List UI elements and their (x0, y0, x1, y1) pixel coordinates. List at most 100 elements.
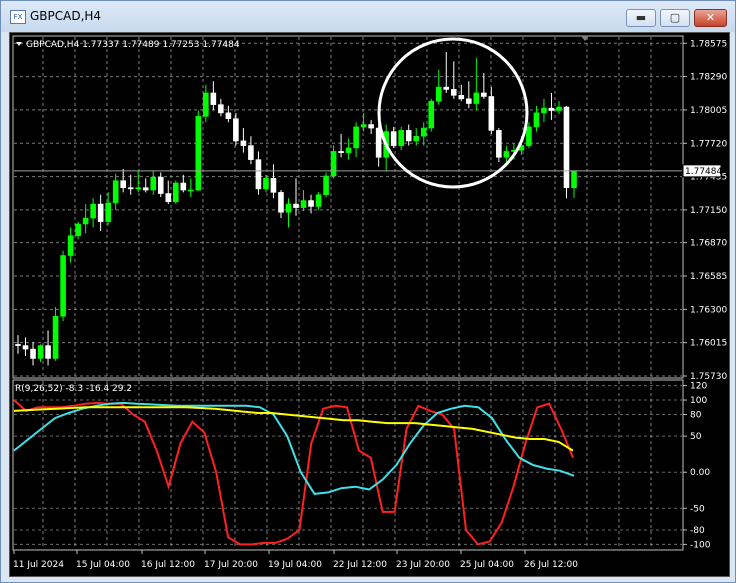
indicator-label: -50 (690, 504, 705, 514)
candle-body (405, 130, 412, 142)
chart-area[interactable]: 1.78575 1.78290 1.78005 1.77720 1.77435 1.771… (9, 32, 730, 577)
candlestick-series (15, 52, 577, 366)
chart-window-icon: FX (10, 10, 26, 24)
indicator-line-yellow (13, 406, 574, 452)
candle-body (466, 98, 472, 104)
candle-body (210, 92, 217, 105)
candle-body (240, 140, 247, 146)
candle-body (533, 112, 540, 128)
indicator-line-cyan (13, 401, 575, 495)
price-label: 1.77720 (690, 139, 727, 149)
candle-body (323, 175, 329, 196)
candle-body (172, 182, 179, 203)
candle-body (435, 86, 442, 102)
candle-body (390, 131, 397, 146)
candle-body (360, 124, 367, 128)
candle-body (90, 203, 96, 219)
chart-menu-arrow-icon[interactable] (16, 42, 22, 46)
indicator-label: 0.00 (690, 468, 710, 478)
candle-body (22, 345, 29, 350)
candle-body (338, 151, 344, 153)
candle-body (345, 147, 352, 153)
indicator-label: -100 (690, 540, 711, 550)
price-label: 1.78575 (690, 39, 727, 49)
candle-body (308, 200, 314, 207)
chart-shift-marker-icon[interactable] (581, 36, 589, 41)
minimize-button[interactable]: ▬ (626, 9, 656, 27)
candle-body (420, 127, 427, 137)
candle-body (541, 107, 547, 114)
candle-body (15, 344, 21, 346)
candle-body (270, 178, 277, 193)
candle-body (473, 92, 480, 104)
candle-body (112, 180, 119, 204)
candle-body (330, 151, 337, 177)
candle-body (496, 130, 502, 158)
candle-body (278, 192, 284, 213)
candle-body (45, 345, 51, 359)
candle-body (142, 187, 149, 191)
candle-body (135, 187, 142, 190)
indicator-label: 120 (690, 382, 707, 392)
candle-body (368, 124, 374, 129)
candle-body (556, 106, 562, 111)
candle-body (30, 348, 36, 359)
candle-body (75, 223, 81, 236)
indicator-label: 80 (690, 410, 702, 420)
candle-body (293, 203, 299, 208)
time-label: 23 Jul 20:00 (396, 560, 450, 570)
time-label: 17 Jul 20:00 (204, 560, 258, 570)
candle-body (458, 95, 465, 100)
current-price-label: 1.77484 (685, 167, 722, 177)
candle-body (195, 116, 202, 191)
grid-lines (14, 37, 682, 549)
candle-body (203, 92, 209, 117)
price-label: 1.76015 (690, 339, 727, 349)
time-label: 16 Jul 12:00 (141, 560, 195, 570)
candle-body (82, 217, 89, 225)
candle-body (157, 176, 164, 194)
candle-body (97, 203, 104, 222)
candle-body (548, 107, 555, 111)
price-label: 1.76300 (690, 305, 727, 315)
maximize-button[interactable]: ▢ (660, 9, 690, 27)
candle-body (488, 96, 495, 131)
price-label: 1.77150 (690, 206, 727, 216)
price-label: 1.76585 (690, 272, 727, 282)
candle-body (413, 135, 420, 142)
candle-body (105, 202, 111, 222)
candle-body (150, 176, 157, 191)
chart-window: FX GBPCAD,H4 ▬ ▢ ✕ 1.78575 1.78290 1.78005… (0, 0, 736, 583)
indicator-header: R(9,26,52) -8.3 -16.4 29.2 (15, 384, 132, 394)
price-label: 1.75730 (690, 372, 727, 382)
candle-body (52, 316, 59, 359)
time-label: 11 Jul 2024 (13, 560, 64, 570)
title-bar[interactable]: FX GBPCAD,H4 ▬ ▢ ✕ (1, 1, 735, 32)
candle-body (255, 159, 262, 190)
axis-labels: 1.785751.782901.780051.777201.774351.771… (13, 39, 727, 570)
candle-body (353, 126, 359, 149)
candle-body (225, 112, 232, 119)
candle-body (60, 255, 66, 317)
candle-body (180, 182, 187, 191)
candle-body (450, 89, 457, 96)
candle-body (67, 235, 74, 256)
price-chart-svg[interactable]: 1.785751.782901.780051.777201.774351.771… (10, 33, 729, 576)
indicator-label: 100 (690, 396, 707, 406)
candle-body (37, 345, 44, 359)
candle-body (165, 193, 172, 203)
candle-body (127, 187, 134, 190)
candle-body (503, 151, 510, 158)
candle-body (285, 203, 292, 213)
indicator-label: -80 (690, 526, 705, 536)
candle-body (300, 200, 307, 208)
candle-body (526, 126, 532, 146)
candle-body (218, 104, 224, 114)
price-label: 1.78005 (690, 106, 727, 116)
window-title: GBPCAD,H4 (30, 9, 102, 23)
candle-body (563, 106, 570, 189)
close-button[interactable]: ✕ (694, 9, 727, 27)
candle-body (443, 86, 450, 90)
price-panel-border (12, 35, 684, 379)
candle-body (233, 118, 239, 142)
